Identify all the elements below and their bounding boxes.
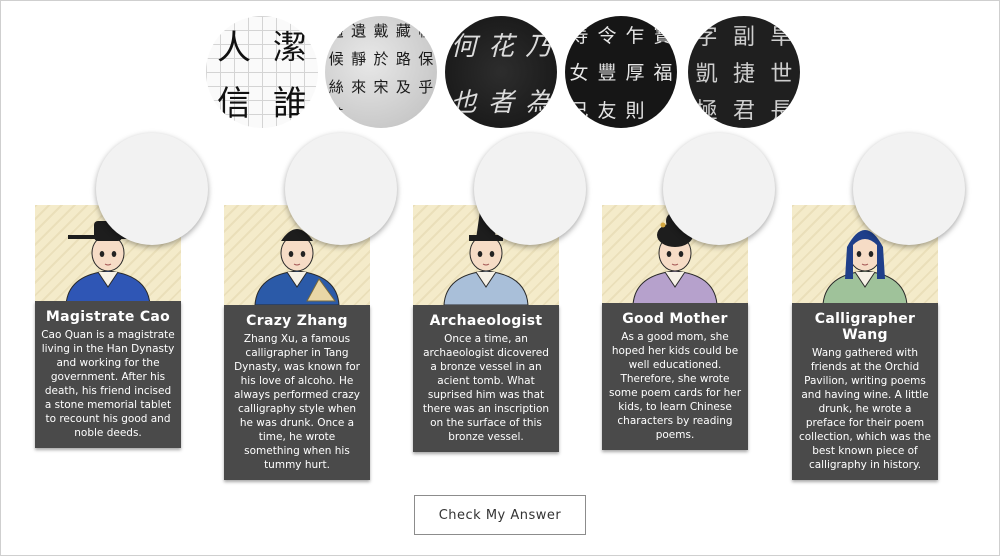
check-answer-button[interactable]: Check My Answer bbox=[414, 495, 586, 535]
sample-glyphs: 何花乃也者為 bbox=[445, 16, 557, 128]
calligraphy-glyph: 候 bbox=[328, 49, 344, 68]
calligraphy-glyph: 絲 bbox=[328, 77, 344, 96]
character-card-crazy-zhang: Crazy Zhang Zhang Xu, a famous calligrap… bbox=[224, 205, 370, 480]
calligraphy-glyph: 則 bbox=[625, 99, 645, 122]
calligraphy-glyph: 路 bbox=[395, 49, 411, 68]
character-bio-box: Magistrate Cao Cao Quan is a magistrate … bbox=[35, 301, 181, 448]
calligraphy-glyph: 副 bbox=[732, 24, 755, 50]
character-bio: Wang gathered with friends at the Orchid… bbox=[798, 347, 932, 471]
character-name: Crazy Zhang bbox=[246, 313, 348, 329]
character-bio-box: Archaeologist Once a time, an archaeolog… bbox=[413, 305, 559, 452]
calligraphy-glyph: 豐 bbox=[597, 62, 617, 85]
calligraphy-glyph: 者 bbox=[487, 87, 514, 118]
calligraphy-glyph: 遺 bbox=[351, 21, 367, 40]
character-bio: Zhang Xu, a famous calligrapher in Tang … bbox=[233, 333, 361, 471]
calligraphy-sample-running[interactable]: 遙遺戴藏帆候靜於路保絲來宋及乎其 bbox=[325, 16, 437, 128]
calligraphy-glyph: 及 bbox=[395, 77, 411, 96]
drop-zone-magistrate-cao[interactable] bbox=[96, 133, 208, 245]
calligraphy-glyph: 宋 bbox=[373, 77, 389, 96]
calligraphy-glyph: 友 bbox=[597, 99, 617, 122]
calligraphy-glyph: 保 bbox=[418, 49, 434, 68]
character-card-calligrapher-wang: Calligrapher Wang Wang gathered with fri… bbox=[792, 205, 938, 480]
sample-glyphs: 遙遺戴藏帆候靜於路保絲來宋及乎其 bbox=[325, 16, 437, 128]
sample-glyphs: 人潔信誰 bbox=[206, 16, 318, 128]
character-bio: Once a time, an archaeologist dicovered … bbox=[422, 333, 550, 443]
calligraphy-glyph: 凱 bbox=[695, 61, 718, 87]
calligraphy-glyph: 戴 bbox=[373, 21, 389, 40]
calligraphy-glyph: 君 bbox=[732, 99, 755, 125]
character-bio-box: Good Mother As a good mom, she hoped her… bbox=[602, 303, 748, 450]
calligraphy-glyph: 厚 bbox=[625, 62, 645, 85]
character-bio-box: Calligrapher Wang Wang gathered with fri… bbox=[792, 303, 938, 480]
character-name: Magistrate Cao bbox=[45, 309, 171, 325]
character-name: Calligrapher Wang bbox=[814, 311, 916, 343]
calligraphy-glyph: 乎 bbox=[418, 77, 434, 96]
calligraphy-sample-clerical[interactable]: 字副旱凱捷世極君長 bbox=[688, 16, 800, 128]
calligraphy-glyph: 於 bbox=[373, 49, 389, 68]
calligraphy-glyph: 捷 bbox=[732, 61, 755, 87]
drop-zone-archaeologist[interactable] bbox=[474, 133, 586, 245]
drop-zone-calligrapher-wang[interactable] bbox=[853, 133, 965, 245]
calligraphy-glyph: 花 bbox=[487, 31, 514, 62]
sample-glyphs: 寿令乍寶女豐厚福己友則 bbox=[565, 16, 677, 128]
calligraphy-sample-bronze[interactable]: 寿令乍寶女豐厚福己友則 bbox=[565, 16, 677, 128]
calligraphy-glyph: 女 bbox=[569, 62, 589, 85]
calligraphy-sample-cursive[interactable]: 何花乃也者為 bbox=[445, 16, 557, 128]
drop-zone-good-mother[interactable] bbox=[663, 133, 775, 245]
calligraphy-glyph: 福 bbox=[653, 62, 673, 85]
calligraphy-glyph: 藏 bbox=[395, 21, 411, 40]
sample-glyphs: 字副旱凱捷世極君長 bbox=[688, 16, 800, 128]
calligraphy-glyph: 來 bbox=[351, 77, 367, 96]
character-bio: Cao Quan is a magistrate living in the H… bbox=[41, 329, 175, 439]
character-bio: As a good mom, she hoped her kids could … bbox=[608, 331, 742, 441]
character-name: Archaeologist bbox=[429, 313, 543, 329]
calligraphy-glyph: 乍 bbox=[625, 25, 645, 48]
character-bio-box: Crazy Zhang Zhang Xu, a famous calligrap… bbox=[224, 305, 370, 480]
calligraphy-glyph: 令 bbox=[597, 25, 617, 48]
character-name: Good Mother bbox=[622, 311, 728, 327]
calligraphy-glyph: 靜 bbox=[351, 49, 367, 68]
calligraphy-sample-regular[interactable]: 人潔信誰 bbox=[206, 16, 318, 128]
calligraphy-glyph: 世 bbox=[770, 61, 793, 87]
drop-zone-crazy-zhang[interactable] bbox=[285, 133, 397, 245]
